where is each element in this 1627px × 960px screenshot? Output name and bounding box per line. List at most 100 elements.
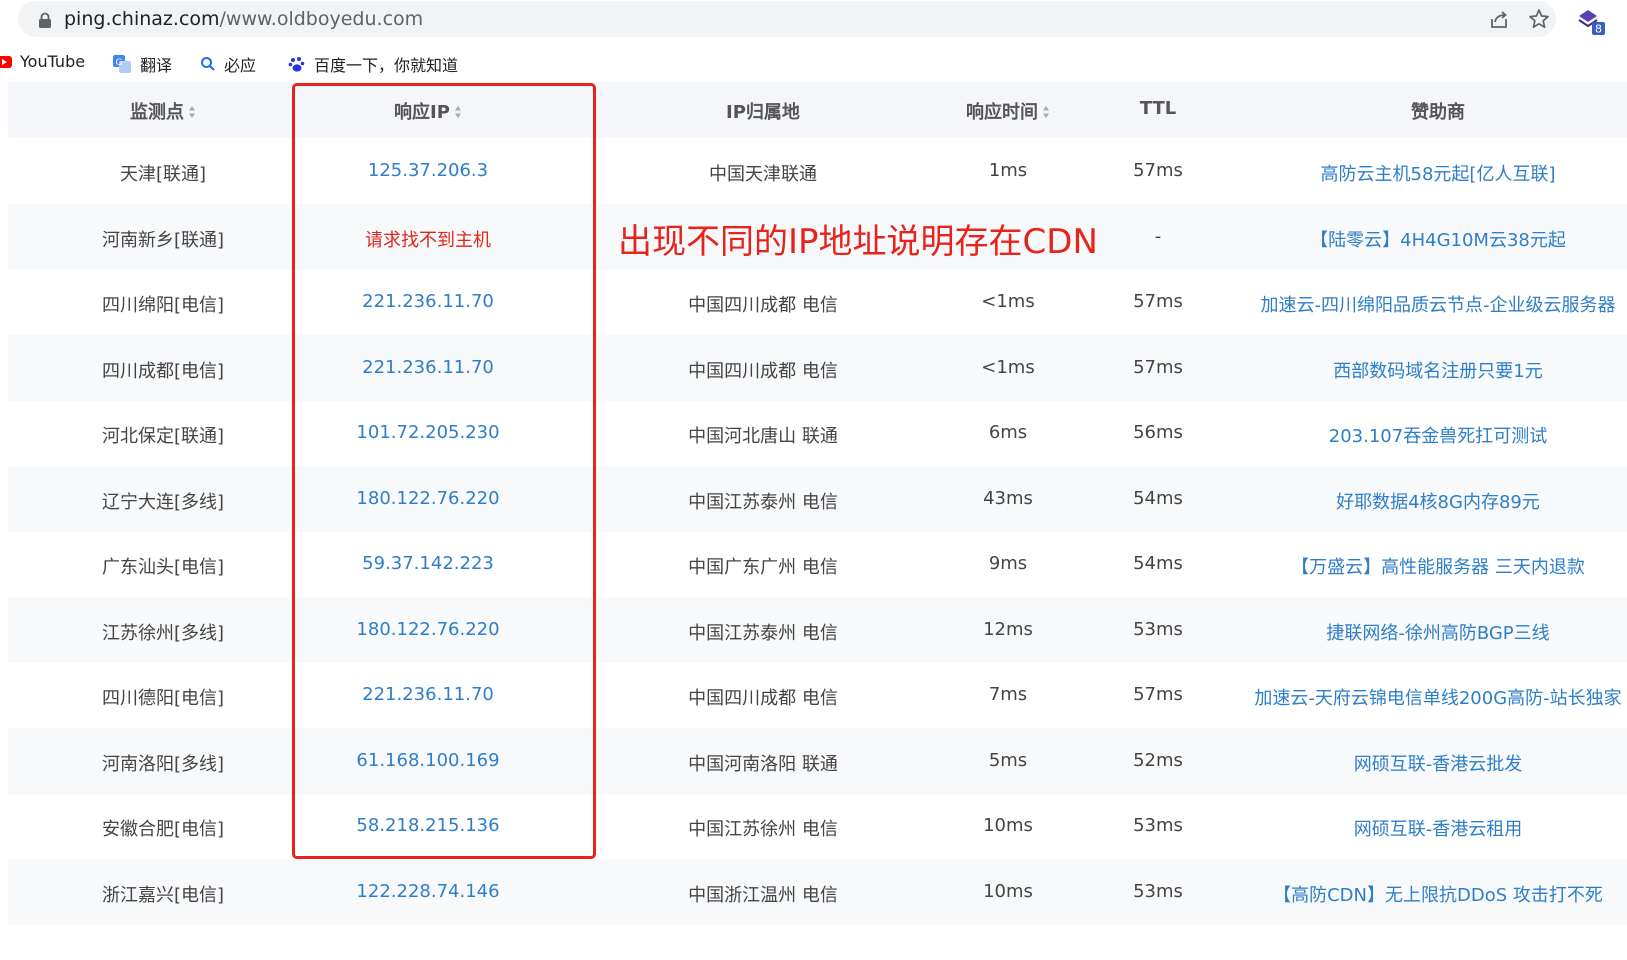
table-row: 四川绵阳[电信] 221.236.11.70 中国四川成都 电信 <1ms 57ms 加速… — [8, 269, 1627, 335]
bookmark-label: 百度一下，你就知道 — [314, 56, 459, 75]
table-header: 监测点 响应IP IP归属地 响应时间 TTL 赞助商 — [8, 82, 1627, 138]
bookmark-label: 翻译 — [140, 56, 173, 75]
cell-region: 中国江苏泰州 电信 — [688, 491, 838, 513]
cell-region: 中国江苏徐州 电信 — [688, 819, 838, 840]
cell-sponsor-link[interactable]: 【万盛云】高性能服务器 三天内退款 — [1238, 553, 1627, 579]
cell-sponsor-link[interactable]: 好耶数据4核8G内存89元 — [1238, 488, 1627, 514]
cell-location: 天津[联通] — [119, 164, 207, 185]
extension-badge: 8 — [1595, 23, 1602, 36]
svg-text:G: G — [116, 58, 123, 68]
bookmark-bing[interactable]: 必应 — [200, 52, 256, 76]
cell-response-time: 9ms — [988, 553, 1028, 574]
cell-sponsor-link[interactable]: 西部数码域名注册只要1元 — [1238, 357, 1627, 383]
cell-sponsor-link[interactable]: 高防云主机58元起[亿人互联] — [1238, 160, 1627, 186]
cell-sponsor-link[interactable]: 203.107吞金兽死扛可测试 — [1238, 422, 1627, 448]
cell-ttl: 54ms — [1133, 487, 1183, 509]
cell-location: 江苏徐州[多线] — [101, 622, 225, 644]
header-monitor-point[interactable]: 监测点 — [63, 98, 263, 124]
cell-sponsor-link[interactable]: 捷联网络-徐州高防BGP三线 — [1238, 619, 1627, 645]
cell-region: 中国河北唐山 联通 — [688, 426, 838, 447]
url-path: /www.oldboyedu.com — [219, 8, 424, 30]
cell-location: 四川绵阳[电信] — [101, 295, 225, 316]
cell-response-time: 1ms — [988, 160, 1028, 181]
cell-region: 中国广东广州 电信 — [688, 557, 838, 578]
cell-response-time: 43ms — [983, 487, 1033, 509]
cell-response-time: 5ms — [988, 749, 1028, 771]
cell-location: 安徽合肥[电信] — [101, 819, 225, 840]
share-icon[interactable] — [1488, 9, 1510, 31]
cell-sponsor-link[interactable]: 网硕互联-香港云批发 — [1238, 750, 1627, 776]
header-ip-region: IP归属地 — [726, 102, 800, 123]
search-icon — [201, 57, 215, 71]
cell-region: 中国四川成都 电信 — [688, 360, 838, 382]
cell-ttl: 54ms — [1133, 553, 1183, 574]
sort-icon — [189, 106, 195, 118]
table-row: 河南洛阳[多线] 61.168.100.169 中国河南洛阳 联通 5ms 52ms 网硕… — [8, 727, 1627, 794]
cell-region: 中国江苏泰州 电信 — [688, 622, 838, 644]
browser-toolbar: ping.chinaz.com/www.oldboyedu.com 8 — [0, 0, 1627, 40]
table-row: 天津[联通] 125.37.206.3 中国天津联通 1ms 57ms 高防云主机58元起… — [8, 138, 1627, 204]
cell-sponsor-link[interactable]: 网硕互联-香港云租用 — [1238, 815, 1627, 841]
ip-highlight-box — [292, 83, 596, 859]
header-ttl: TTL — [1139, 98, 1177, 119]
cell-ttl: 53ms — [1133, 618, 1183, 640]
cell-response-time: 10ms — [983, 880, 1033, 902]
cell-response-time: 6ms — [988, 422, 1028, 443]
table-row: 广东汕头[电信] 59.37.142.223 中国广东广州 电信 9ms 54ms 【万盛… — [8, 531, 1627, 597]
address-bar[interactable]: ping.chinaz.com/www.oldboyedu.com — [18, 1, 1556, 37]
bookmark-label: 必应 — [224, 56, 257, 75]
table-row: 四川成都[电信] 221.236.11.70 中国四川成都 电信 <1ms 57ms 西部… — [8, 334, 1627, 401]
cdn-annotation: 出现不同的IP地址说明存在CDN — [618, 222, 1098, 262]
cell-location: 四川德阳[电信] — [101, 688, 225, 709]
table-row: 辽宁大连[多线] 180.122.76.220 中国江苏泰州 电信 43ms 54ms 好… — [8, 465, 1627, 532]
cell-location: 四川成都[电信] — [101, 360, 225, 382]
cell-region: 中国河南洛阳 联通 — [688, 753, 838, 775]
sort-icon — [1043, 106, 1049, 118]
table-row: 安徽合肥[电信] 58.218.215.136 中国江苏徐州 电信 10ms 53ms 网… — [8, 793, 1627, 859]
bookmark-label: YouTube — [20, 52, 86, 71]
bookmark-baidu[interactable]: 百度一下，你就知道 — [288, 52, 458, 76]
cell-location: 浙江嘉兴[电信] — [101, 884, 225, 906]
cell-response-time: <1ms — [981, 356, 1035, 378]
table-row: 河北保定[联通] 101.72.205.230 中国河北唐山 联通 6ms 56ms 20… — [8, 400, 1627, 466]
cell-ttl: 57ms — [1133, 291, 1183, 312]
cell-response-time: <1ms — [981, 291, 1035, 312]
cell-response-time: 10ms — [983, 815, 1033, 836]
cell-sponsor-link[interactable]: 【高防CDN】无上限抗DDoS 攻击打不死 — [1238, 881, 1627, 907]
cell-ip-link[interactable]: 122.228.74.146 — [308, 881, 548, 902]
cell-response-time: 7ms — [988, 684, 1028, 705]
cell-ttl: 57ms — [1133, 160, 1183, 181]
extension-icon[interactable]: 8 — [1576, 6, 1606, 36]
lock-icon — [39, 12, 51, 28]
cell-ttl: - — [1154, 225, 1162, 247]
baidu-paw-icon — [288, 57, 305, 72]
cell-ttl: 52ms — [1133, 749, 1183, 771]
bookmark-star-icon[interactable] — [1528, 8, 1550, 30]
bookmark-youtube[interactable]: YouTube — [0, 52, 85, 71]
cell-sponsor-link[interactable]: 【陆零云】4H4G10M云38元起 — [1238, 226, 1627, 252]
cell-sponsor-link[interactable]: 加速云-四川绵阳品质云节点-企业级云服务器 — [1238, 291, 1627, 317]
cell-region: 中国浙江温州 电信 — [688, 884, 838, 906]
cell-region: 中国四川成都 电信 — [688, 688, 838, 709]
youtube-icon — [0, 55, 12, 68]
cell-ttl: 53ms — [1133, 815, 1183, 836]
header-sponsor: 赞助商 — [1411, 102, 1465, 123]
cell-ttl: 57ms — [1133, 684, 1183, 705]
table-row: 江苏徐州[多线] 180.122.76.220 中国江苏泰州 电信 12ms 53ms 捷… — [8, 596, 1627, 663]
cell-location: 河南新乡[联通] — [101, 229, 225, 251]
cell-sponsor-link[interactable]: 加速云-天府云锦电信单线200G高防-站长独家 — [1238, 684, 1627, 710]
url-text[interactable]: ping.chinaz.com/www.oldboyedu.com — [64, 8, 423, 30]
header-response-time[interactable]: 响应时间 — [938, 98, 1078, 124]
cell-response-time: 12ms — [983, 618, 1033, 640]
table-row: 四川德阳[电信] 221.236.11.70 中国四川成都 电信 7ms 57ms 加速云… — [8, 662, 1627, 728]
bookmarks-bar: YouTube G 翻译 必应 百度一下，你就知道 — [0, 42, 1627, 82]
cell-location: 广东汕头[电信] — [101, 557, 225, 578]
cell-ttl: 56ms — [1133, 422, 1183, 443]
cell-ttl: 57ms — [1133, 356, 1183, 378]
translate-icon: G — [113, 55, 131, 73]
bookmark-translate[interactable]: G 翻译 — [112, 52, 172, 76]
cell-location: 河南洛阳[多线] — [101, 753, 225, 775]
cell-region: 中国四川成都 电信 — [688, 295, 838, 316]
table-row: 浙江嘉兴[电信] 122.228.74.146 中国浙江温州 电信 10ms 53ms 【… — [8, 858, 1627, 925]
cell-location: 河北保定[联通] — [101, 426, 225, 447]
